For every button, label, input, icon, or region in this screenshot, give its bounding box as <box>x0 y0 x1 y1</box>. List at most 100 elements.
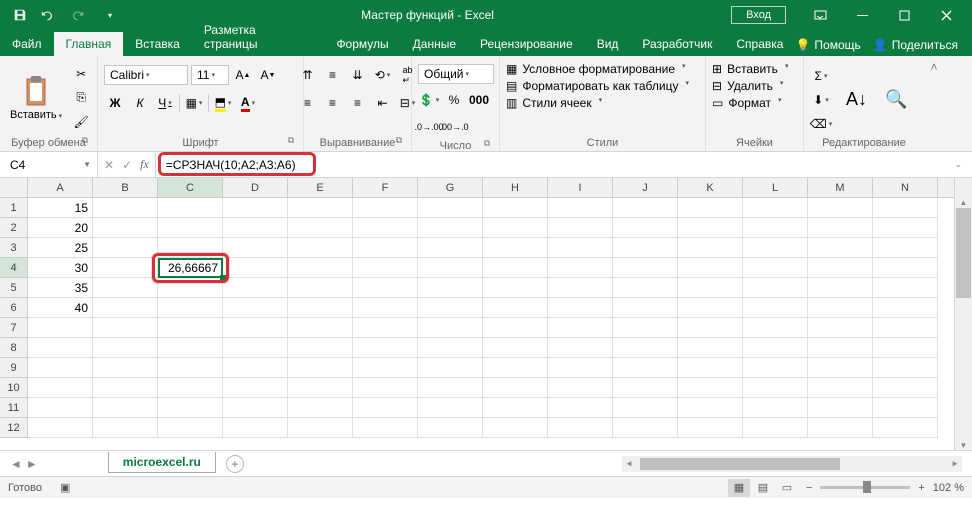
cell[interactable] <box>808 338 873 358</box>
cell[interactable] <box>808 378 873 398</box>
fill-color-icon[interactable]: ⬒ <box>212 92 234 114</box>
cell[interactable] <box>288 378 353 398</box>
cell[interactable] <box>418 378 483 398</box>
fill-icon[interactable]: ⬇ <box>810 89 832 111</box>
row-header[interactable]: 7 <box>0 318 27 338</box>
row-header[interactable]: 4 <box>0 258 27 278</box>
percent-icon[interactable]: % <box>443 89 465 111</box>
column-header[interactable]: I <box>548 178 613 197</box>
increase-decimal-icon[interactable]: .0→.00 <box>418 116 440 138</box>
cell[interactable] <box>288 198 353 218</box>
tab-formulas[interactable]: Формулы <box>324 32 400 56</box>
launcher-icon[interactable]: ⧉ <box>285 135 297 147</box>
cell[interactable] <box>808 418 873 438</box>
conditional-formatting-button[interactable]: ▦Условное форматирование <box>506 62 686 76</box>
cell[interactable] <box>353 278 418 298</box>
cell[interactable] <box>288 298 353 318</box>
font-name-combo[interactable]: Calibri <box>104 65 188 85</box>
cell[interactable] <box>353 318 418 338</box>
decrease-decimal-icon[interactable]: .00→.0 <box>443 116 465 138</box>
cell[interactable] <box>808 238 873 258</box>
cell[interactable] <box>223 318 288 338</box>
paste-button[interactable]: Вставить <box>6 73 66 123</box>
zoom-out-icon[interactable]: − <box>806 482 812 494</box>
cell[interactable] <box>418 318 483 338</box>
row-header[interactable]: 6 <box>0 298 27 318</box>
row-header[interactable]: 9 <box>0 358 27 378</box>
cell[interactable] <box>353 358 418 378</box>
insert-cells-button[interactable]: ⊞Вставить <box>712 62 788 76</box>
cell[interactable] <box>158 338 223 358</box>
tellme-button[interactable]: 💡Помощь <box>795 38 860 52</box>
format-cells-button[interactable]: ▭Формат <box>712 96 782 110</box>
cell[interactable] <box>613 198 678 218</box>
cell[interactable] <box>93 298 158 318</box>
tab-data[interactable]: Данные <box>401 32 468 56</box>
cell[interactable] <box>28 378 93 398</box>
cell[interactable] <box>873 358 938 378</box>
align-left-icon[interactable]: ≡ <box>297 92 319 114</box>
cell[interactable] <box>223 258 288 278</box>
cell[interactable] <box>93 358 158 378</box>
expand-formula-bar-icon[interactable]: ⌄ <box>954 159 972 170</box>
italic-button[interactable]: К <box>129 92 151 114</box>
cell[interactable] <box>613 258 678 278</box>
cell[interactable] <box>678 318 743 338</box>
cell[interactable] <box>158 418 223 438</box>
cell[interactable]: 40 <box>28 298 93 318</box>
row-header[interactable]: 8 <box>0 338 27 358</box>
cell[interactable] <box>613 338 678 358</box>
cell[interactable] <box>873 258 938 278</box>
cell[interactable] <box>873 238 938 258</box>
indent-dec-icon[interactable]: ⇤ <box>372 92 394 114</box>
macro-record-icon[interactable]: ▣ <box>60 481 70 494</box>
copy-icon[interactable]: ⎘ <box>70 87 92 109</box>
cell[interactable] <box>548 338 613 358</box>
cell[interactable] <box>418 198 483 218</box>
select-all-corner[interactable] <box>0 178 28 198</box>
cell[interactable] <box>158 358 223 378</box>
accept-formula-icon[interactable]: ✓ <box>122 158 132 172</box>
cell[interactable] <box>93 238 158 258</box>
zoom-slider[interactable] <box>820 486 910 489</box>
cell[interactable] <box>873 398 938 418</box>
name-box[interactable]: C4▼ <box>0 152 98 177</box>
cell[interactable] <box>873 378 938 398</box>
cell[interactable] <box>353 338 418 358</box>
add-sheet-button[interactable]: + <box>226 455 244 473</box>
cell[interactable] <box>353 198 418 218</box>
cell[interactable] <box>743 278 808 298</box>
minimize-icon[interactable] <box>842 3 882 27</box>
cell[interactable] <box>93 278 158 298</box>
cell[interactable] <box>353 298 418 318</box>
cell[interactable] <box>93 198 158 218</box>
cell[interactable] <box>613 218 678 238</box>
cell[interactable] <box>418 398 483 418</box>
cell[interactable] <box>613 358 678 378</box>
cell[interactable] <box>808 398 873 418</box>
collapse-ribbon-icon[interactable]: ˄ <box>924 56 944 151</box>
align-center-icon[interactable]: ≡ <box>322 92 344 114</box>
cell[interactable] <box>678 378 743 398</box>
column-header[interactable]: H <box>483 178 548 197</box>
redo-icon[interactable] <box>66 3 94 27</box>
cell[interactable] <box>223 278 288 298</box>
fx-icon[interactable]: fx <box>140 157 149 172</box>
cell[interactable] <box>548 378 613 398</box>
column-header[interactable]: F <box>353 178 418 197</box>
save-icon[interactable] <box>6 3 34 27</box>
cell[interactable] <box>483 318 548 338</box>
cell[interactable] <box>743 258 808 278</box>
cell[interactable] <box>223 238 288 258</box>
cell[interactable] <box>158 398 223 418</box>
cell[interactable] <box>288 338 353 358</box>
underline-button[interactable]: Ч <box>154 92 176 114</box>
cell[interactable] <box>93 218 158 238</box>
cell[interactable] <box>483 218 548 238</box>
cell[interactable] <box>93 338 158 358</box>
cell[interactable]: 25 <box>28 238 93 258</box>
cell[interactable] <box>158 218 223 238</box>
zoom-level[interactable]: 102 % <box>933 482 964 494</box>
cell[interactable]: 30 <box>28 258 93 278</box>
tab-help[interactable]: Справка <box>724 32 795 56</box>
